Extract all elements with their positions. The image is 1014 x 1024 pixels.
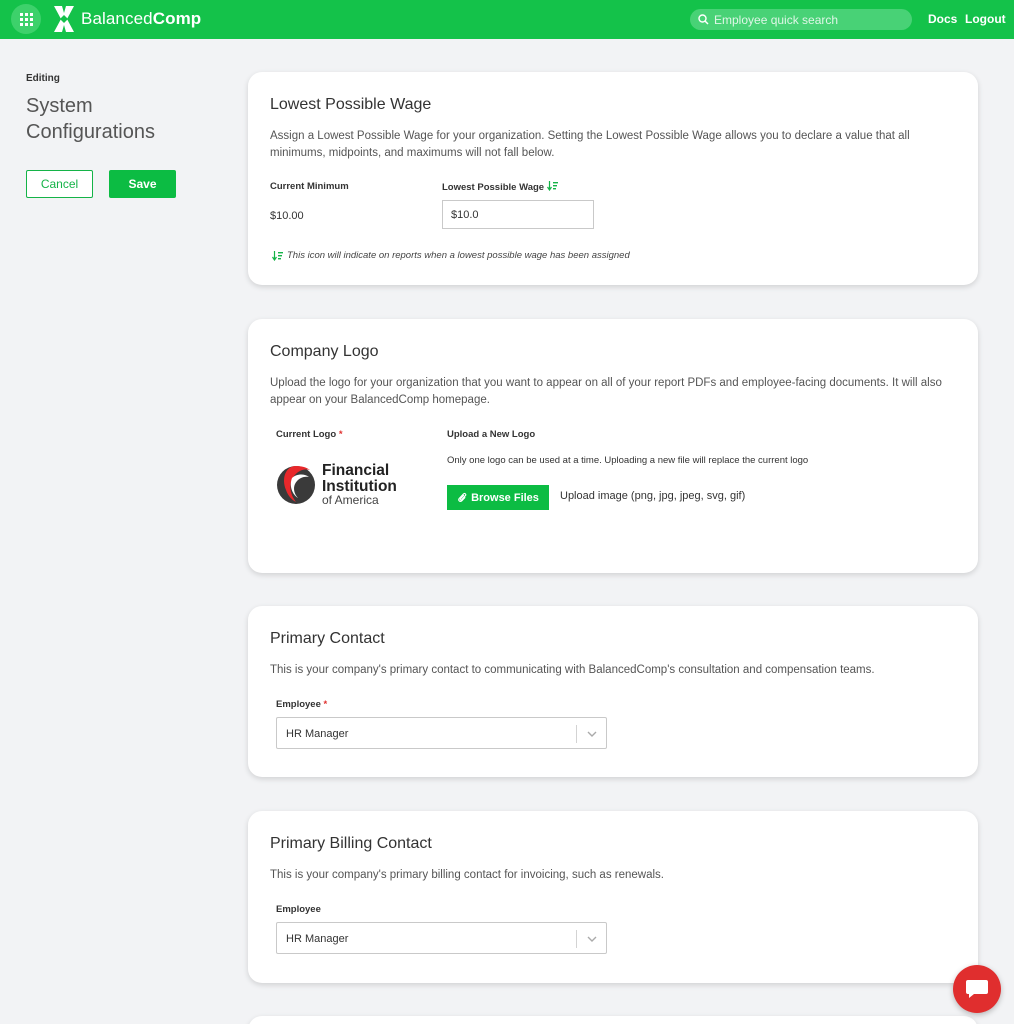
current-minimum-value: $10.00 [270,210,304,222]
employee-label-wrap: Employee * [276,699,327,710]
logo-line-3: of America [322,493,379,507]
selected-employee: HR Manager [286,728,349,740]
company-logo-card: Company Logo Upload the logo for your or… [248,319,978,573]
search-icon [698,14,709,25]
browse-files-button[interactable]: Browse Files [447,485,549,510]
current-minimum-label: Current Minimum [270,181,349,192]
chat-bubble-icon [966,980,988,998]
search-input[interactable] [714,12,904,27]
employee-label: Employee [276,699,321,710]
card-title: Primary Billing Contact [270,835,432,852]
save-button[interactable]: Save [109,170,176,198]
chat-button[interactable] [953,965,1001,1013]
lowest-wage-label-wrap: Lowest Possible Wage [442,181,558,193]
select-divider [576,930,577,948]
chevron-down-icon[interactable] [586,728,598,740]
current-logo-label-wrap: Current Logo * [276,429,343,440]
wage-note-text: This icon will indicate on reports when … [287,250,630,261]
sort-down-icon [272,250,283,261]
required-asterisk: * [338,429,343,440]
sort-down-icon [546,181,558,192]
current-company-logo: Financial Institution of America [276,458,406,513]
card-title: Lowest Possible Wage [270,96,432,113]
upload-file-types: Upload image (png, jpg, jpeg, svg, gif) [560,490,746,502]
next-card-partial [248,1016,978,1024]
docs-link[interactable]: Docs [928,12,957,26]
brand-name: BalancedComp [81,9,202,28]
brand-logo[interactable]: BalancedComp [53,5,201,33]
required-asterisk: * [323,699,328,710]
card-title: Company Logo [270,343,379,360]
financial-institution-logo-icon: Financial Institution of America [277,462,397,507]
lowest-wage-input[interactable] [442,200,594,229]
upload-note: Only one logo can be used at a time. Upl… [447,455,809,466]
current-logo-label: Current Logo [276,429,337,440]
selected-employee: HR Manager [286,933,349,945]
billing-contact-select[interactable]: HR Manager [276,922,607,954]
wage-icon-note: This icon will indicate on reports when … [272,250,630,261]
logo-line-1: Financial [322,462,389,479]
select-divider [576,725,577,743]
card-description: Assign a Lowest Possible Wage for your o… [270,130,910,159]
editing-label: Editing [26,73,60,84]
cancel-button[interactable]: Cancel [26,170,93,198]
lowest-wage-card: Lowest Possible Wage Assign a Lowest Pos… [248,72,978,285]
employee-label: Employee [276,904,321,915]
card-description: Upload the logo for your organization th… [270,377,942,406]
card-description: This is your company's primary contact t… [270,664,875,676]
primary-contact-card: Primary Contact This is your company's p… [248,606,978,777]
apps-grid-icon[interactable] [11,4,41,34]
card-title: Primary Contact [270,630,385,647]
upload-new-logo-label: Upload a New Logo [447,429,536,440]
browse-files-label: Browse Files [471,491,539,504]
billing-contact-card: Primary Billing Contact This is your com… [248,811,978,983]
top-navbar: BalancedComp Docs Logout [0,0,1014,39]
balancedcomp-logo-icon [54,6,74,32]
employee-search[interactable] [690,9,912,30]
paperclip-icon [458,492,467,502]
page-title: System Configurations [26,95,155,143]
logout-link[interactable]: Logout [965,12,1006,26]
chevron-down-icon[interactable] [586,933,598,945]
primary-contact-select[interactable]: HR Manager [276,717,607,749]
card-description: This is your company's primary billing c… [270,869,664,881]
lowest-wage-label: Lowest Possible Wage [442,182,545,193]
